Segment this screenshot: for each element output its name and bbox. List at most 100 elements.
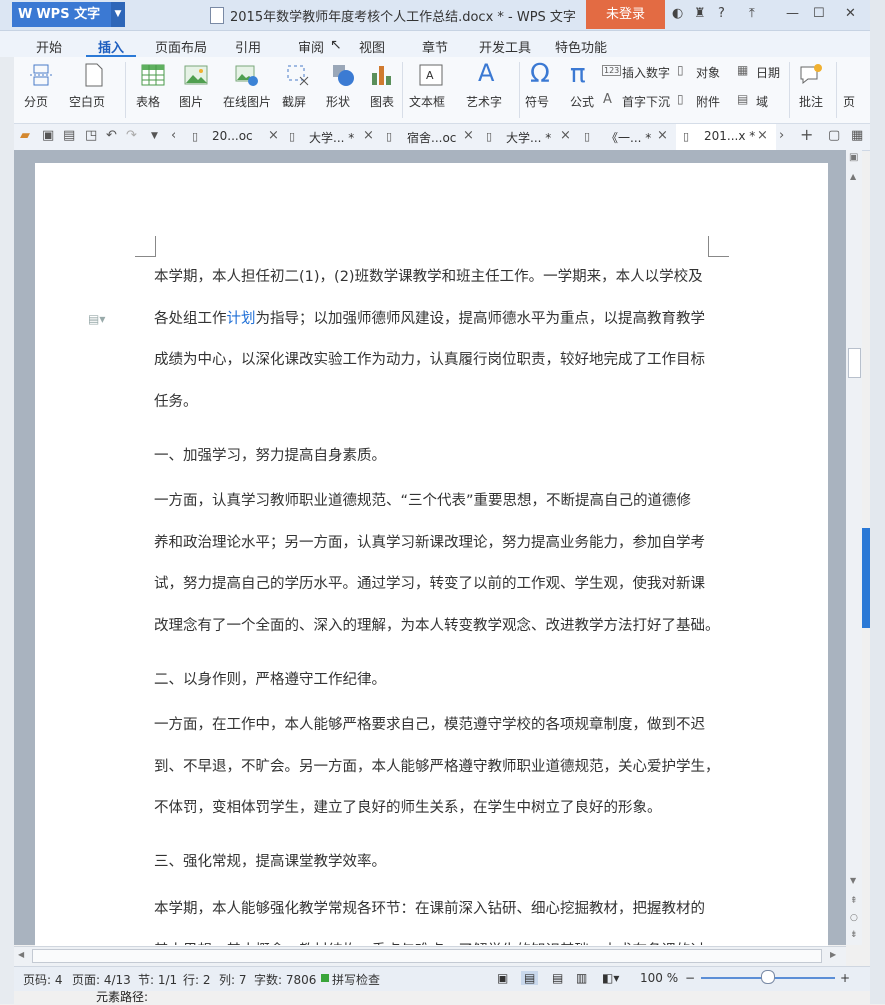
undo-icon[interactable]: ↶	[106, 128, 117, 143]
scroll-down-icon[interactable]: ▼	[850, 876, 856, 885]
comment-button[interactable]: 批注	[799, 93, 823, 110]
wps-logo-icon: W	[18, 7, 33, 22]
tab-review[interactable]: 审阅	[298, 37, 324, 56]
paragraph-1: 本学期，本人担任初二(1)，(2)班数学课教学和班主任工作。一学期来，本人以学校…	[154, 257, 714, 423]
app-menu-button[interactable]: W WPS 文字 ▼	[12, 2, 125, 27]
scroll-left-icon[interactable]: ◀	[18, 950, 24, 959]
section-heading-3: 三、强化常规，提高课堂教学效率。	[154, 854, 386, 870]
maximize-button[interactable]: ☐	[813, 6, 825, 21]
tab-list-icon[interactable]: ▢	[828, 128, 840, 143]
symbol-button[interactable]: 符号	[525, 93, 549, 110]
save-icon[interactable]: ▣	[42, 128, 54, 143]
close-tab-icon[interactable]: ×	[463, 128, 474, 143]
element-path-label: 元素路径:	[96, 990, 149, 1004]
close-tab-icon[interactable]: ×	[560, 128, 571, 143]
page-view-icon[interactable]: ▤	[521, 971, 539, 985]
minimize-button[interactable]: —	[786, 6, 799, 21]
picture-button[interactable]: 图片	[179, 93, 203, 110]
web-view-icon[interactable]: ▥	[576, 971, 587, 985]
status-word-count[interactable]: 字数: 7806	[254, 971, 316, 988]
paragraph-marker-icon[interactable]: ▤▾	[88, 312, 105, 326]
collapse-ribbon-icon[interactable]: ⤒	[749, 6, 755, 21]
help-button[interactable]: ?	[718, 6, 725, 21]
scroll-up-icon[interactable]: ▲	[850, 172, 856, 181]
horizontal-scroll-thumb[interactable]	[32, 949, 822, 963]
wordart-button[interactable]: 艺术字	[466, 93, 502, 110]
attachment-button[interactable]: 附件	[696, 93, 720, 110]
doc-tab-5[interactable]: 《一... *	[606, 129, 651, 146]
tab-developer[interactable]: 开发工具	[479, 37, 531, 56]
textbox-icon: A	[419, 64, 443, 86]
field-icon: ▤	[737, 92, 749, 106]
prev-page-icon[interactable]: ⇞	[850, 896, 858, 906]
doc-tab-6[interactable]: 201...x *	[704, 129, 755, 143]
next-page-icon[interactable]: ⇟	[850, 930, 858, 940]
drop-cap-button[interactable]: 首字下沉	[622, 93, 670, 110]
tab-chapter[interactable]: 章节	[422, 37, 448, 56]
scroll-thumb[interactable]	[848, 348, 861, 378]
date-button[interactable]: 日期	[756, 64, 780, 81]
doc-tab-3[interactable]: 宿舍...oc	[407, 129, 456, 146]
fullscreen-view-icon[interactable]: ▣	[497, 971, 508, 985]
reading-view-icon[interactable]: ◧▾	[602, 971, 619, 985]
object-button[interactable]: 对象	[696, 64, 720, 81]
page-break-button[interactable]: 分页	[24, 93, 48, 110]
tab-view[interactable]: 视图	[359, 37, 385, 56]
scroll-right-icon[interactable]: ▶	[830, 950, 836, 959]
chart-button[interactable]: 图表	[370, 93, 394, 110]
textbox-button[interactable]: 文本框	[409, 93, 445, 110]
close-tab-icon[interactable]: ×	[757, 128, 768, 143]
page-button[interactable]: 页	[843, 93, 855, 110]
close-tab-icon[interactable]: ×	[363, 128, 374, 143]
doc-tab-2[interactable]: 大学... *	[309, 129, 354, 146]
print-preview-icon[interactable]: ◳	[85, 128, 97, 143]
close-tab-icon[interactable]: ×	[268, 128, 279, 143]
open-folder-icon[interactable]: ▰	[20, 128, 30, 143]
insert-number-button[interactable]: 插入数字	[622, 64, 670, 81]
print-icon[interactable]: ▤	[63, 128, 75, 143]
tab-insert[interactable]: 插入	[98, 37, 124, 56]
section-heading-1: 一、加强学习，努力提高自身素质。	[154, 448, 386, 464]
new-tab-icon[interactable]: +	[800, 125, 813, 144]
tab-scroll-left-icon[interactable]: ‹	[171, 128, 176, 143]
doc-tab-1[interactable]: 20...oc	[212, 129, 253, 143]
select-browse-icon[interactable]: ○	[850, 913, 858, 923]
blank-page-button[interactable]: 空白页	[69, 93, 105, 110]
text-line: 成绩为中心，以深化课改实验工作为动力，认真履行岗位职责，较好地完成了工作目标	[154, 352, 705, 368]
tab-scroll-right-icon[interactable]: ›	[779, 128, 784, 143]
vertical-scrollbar[interactable]	[846, 150, 862, 945]
ribbon-divider	[519, 62, 520, 118]
side-panel-toggle[interactable]	[862, 528, 870, 628]
spell-check-button[interactable]: 拼写检查	[332, 971, 380, 988]
redo-icon[interactable]: ↷	[126, 128, 137, 143]
field-button[interactable]: 域	[756, 93, 768, 110]
hyperlink-plan[interactable]: 计划	[227, 311, 256, 327]
doc-tab-4[interactable]: 大学... *	[506, 129, 551, 146]
online-picture-button[interactable]: 在线图片	[223, 93, 271, 110]
shirt-icon[interactable]: ♜	[694, 6, 706, 21]
attachment-icon: ▯	[677, 92, 684, 106]
background-window-edge	[870, 0, 885, 1004]
screenshot-button[interactable]: 截屏	[282, 93, 306, 110]
customize-dropdown-icon[interactable]: ▼	[151, 131, 158, 141]
outline-view-icon[interactable]: ▤	[552, 971, 563, 985]
formula-button[interactable]: 公式	[570, 93, 594, 110]
zoom-level[interactable]: 100 %	[640, 971, 678, 985]
skin-icon[interactable]: ◐	[672, 6, 683, 21]
tab-page-layout[interactable]: 页面布局	[155, 37, 207, 56]
zoom-in-icon[interactable]: +	[840, 971, 850, 985]
tab-references[interactable]: 引用	[235, 37, 261, 56]
close-tab-icon[interactable]: ×	[657, 128, 668, 143]
object-icon: ▯	[677, 63, 684, 77]
close-button[interactable]: ✕	[845, 6, 856, 21]
status-page-number: 页码: 4	[23, 973, 63, 987]
login-button[interactable]: 未登录	[586, 0, 665, 29]
tab-features[interactable]: 特色功能	[555, 37, 607, 56]
tab-start[interactable]: 开始	[36, 37, 62, 56]
shape-button[interactable]: 形状	[326, 93, 350, 110]
ruler-toggle-icon[interactable]: ▣	[849, 152, 858, 163]
zoom-slider-handle[interactable]	[761, 970, 775, 984]
tab-menu-icon[interactable]: ▦	[851, 128, 863, 143]
table-button[interactable]: 表格	[136, 93, 160, 110]
zoom-out-icon[interactable]: −	[685, 971, 695, 985]
